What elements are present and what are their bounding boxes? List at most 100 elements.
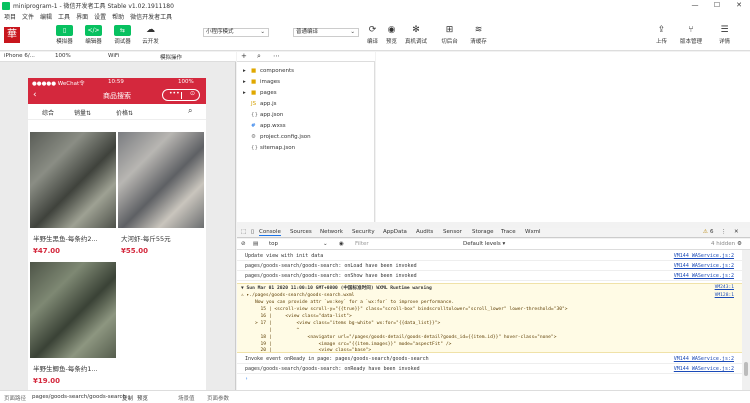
clock: 10:59 <box>108 79 124 85</box>
sort-price[interactable]: 价格⇅ <box>116 108 133 117</box>
log-source-link[interactable]: VM144 WAService.js:2 <box>674 366 734 372</box>
more-icon[interactable]: ⋯ <box>273 52 280 60</box>
editor-area[interactable] <box>376 52 750 222</box>
editor-toggle[interactable]: </> 编辑器 <box>85 25 102 45</box>
context-select[interactable]: top <box>269 241 278 247</box>
code-icon: </> <box>85 25 102 36</box>
warning-file[interactable]: ⚠ ▸./pages/goods-search/goods-search.wxm… <box>241 293 354 298</box>
log-source-link[interactable]: VM243:1 <box>715 285 734 290</box>
maximize-button[interactable]: ☐ <box>706 0 728 11</box>
background-button[interactable]: ⊞ 切后台 <box>441 25 458 45</box>
tree-item[interactable]: ▸ ■ images <box>243 79 280 89</box>
compile-select[interactable]: 普通编译 ⌄ <box>293 28 359 37</box>
preview-link[interactable]: 预览 <box>137 394 148 402</box>
tab-security[interactable]: Security <box>352 229 375 235</box>
clear-console-icon[interactable]: ⊘ <box>241 241 246 247</box>
real-debug-button[interactable]: ✻ 真机调试 <box>405 25 427 45</box>
settings-icon[interactable]: ⚙ <box>737 241 742 247</box>
product-card[interactable]: 大河虾-每斤55元 ¥55.00 <box>118 132 204 255</box>
console-prompt[interactable]: › <box>237 375 742 384</box>
cloud-button[interactable]: ☁ 云开发 <box>142 25 159 45</box>
close-icon[interactable]: ✕ <box>734 229 739 235</box>
console-scrollbar[interactable] <box>742 250 750 390</box>
search-icon[interactable]: ⌕ <box>257 52 261 61</box>
debugger-toggle[interactable]: ⇆ 调试器 <box>114 25 131 45</box>
menu-devtools[interactable]: 微信开发者工具 <box>130 12 172 21</box>
filter-input[interactable]: Filter <box>355 241 369 247</box>
tab-storage[interactable]: Storage <box>472 229 494 235</box>
tree-item[interactable]: # app.wxss <box>243 123 286 133</box>
add-icon[interactable]: + <box>241 52 247 60</box>
tab-sources[interactable]: Sources <box>290 229 312 235</box>
main-toolbar: 華 ▯ 模拟器 </> 编辑器 ⇆ 调试器 ☁ 云开发 小程序模式 ⌄ 普通编译… <box>0 21 750 51</box>
tree-item[interactable]: {} app.json <box>243 112 283 122</box>
more-icon[interactable]: ⋮ <box>721 229 727 235</box>
tab-audits[interactable]: Audits <box>416 229 433 235</box>
details-button[interactable]: ☰ 详情 <box>716 25 733 45</box>
inspect-icon[interactable]: ⬚ <box>241 229 246 235</box>
close-button[interactable]: ✕ <box>728 0 750 11</box>
more-icon[interactable]: ••• <box>169 90 180 97</box>
menu-file[interactable]: 文件 <box>22 12 34 21</box>
sort-sales[interactable]: 销量⇅ <box>74 108 91 117</box>
upload-button[interactable]: ⇪ 上传 <box>653 25 670 45</box>
page-params-label[interactable]: 页面参数 <box>207 394 229 402</box>
minimize-button[interactable]: — <box>684 0 706 11</box>
close-icon[interactable]: ⊙ <box>190 90 195 97</box>
tab-console[interactable]: Console <box>259 229 281 236</box>
tab-network[interactable]: Network <box>320 229 343 235</box>
tree-item[interactable]: JS app.js <box>243 101 277 111</box>
log-source-link[interactable]: VM144 WAService.js:2 <box>674 263 734 269</box>
zoom-select[interactable]: 100% <box>55 53 71 59</box>
log-source-link[interactable]: VM144 WAService.js:2 <box>674 253 734 259</box>
tab-sensor[interactable]: Sensor <box>443 229 462 235</box>
operation-select[interactable]: 模拟操作 <box>160 53 182 61</box>
log-source-link[interactable]: VM144 WAService.js:2 <box>674 273 734 279</box>
simulator-toggle[interactable]: ▯ 模拟器 <box>56 25 73 45</box>
menu-settings[interactable]: 设置 <box>94 12 106 21</box>
menu-edit[interactable]: 编辑 <box>40 12 52 21</box>
compile-label: 编译 <box>366 39 378 45</box>
warning-icon[interactable]: ⚠ <box>703 229 708 235</box>
log-source-link[interactable]: VM144 WAService.js:2 <box>674 356 734 362</box>
tab-trace[interactable]: Trace <box>501 229 516 235</box>
preview-button[interactable]: ◉ 预览 <box>383 25 400 45</box>
mode-select[interactable]: 小程序模式 ⌄ <box>203 28 269 37</box>
version-button[interactable]: ⑂ 版本管理 <box>680 25 702 45</box>
scrollbar-thumb[interactable] <box>744 362 748 376</box>
sort-default[interactable]: 综合 <box>42 108 54 117</box>
warning-line: 16 | <view class="data-list"> <box>255 314 352 319</box>
console-output[interactable]: Update view with init data VM144 WAServic… <box>237 250 742 390</box>
tab-appdata[interactable]: AppData <box>383 229 407 235</box>
page-path: pages/goods-search/goods-search <box>32 394 126 400</box>
copy-link[interactable]: 复制 <box>122 394 133 402</box>
tree-item[interactable]: ▸ ■ components <box>243 68 294 78</box>
avatar[interactable]: 華 <box>4 27 20 43</box>
tree-item[interactable]: {} sitemap.json <box>243 145 295 155</box>
warning-header[interactable]: ▼ Sun Mar 01 2020 11:00:10 GMT+0800 (中国标… <box>241 285 432 291</box>
product-card[interactable]: 半野生鲫鱼-每条约1... ¥19.00 <box>30 262 116 385</box>
capsule-menu[interactable]: ••• ⊙ <box>162 89 200 101</box>
tree-item[interactable]: ⚙ project.config.json <box>243 134 311 144</box>
tree-item[interactable]: ▸ ■ pages <box>243 90 277 100</box>
log-source-link[interactable]: VM128:1 <box>715 293 734 298</box>
tab-wxml[interactable]: Wxml <box>525 229 541 235</box>
scene-label[interactable]: 场景值 <box>178 394 195 402</box>
device-icon[interactable]: ▯ <box>251 229 254 235</box>
eye-icon[interactable]: ◉ <box>339 241 344 247</box>
sidebar-toggle-icon[interactable]: ▤ <box>253 241 258 247</box>
menu-help[interactable]: 帮助 <box>112 12 124 21</box>
search-icon[interactable]: ⌕ <box>188 106 192 116</box>
product-image <box>118 132 204 228</box>
menu-view[interactable]: 界面 <box>76 12 88 21</box>
product-image <box>30 262 116 358</box>
menu-project[interactable]: 项目 <box>4 12 16 21</box>
compile-button[interactable]: ⟳ 编译 <box>364 25 381 45</box>
device-select[interactable]: iPhone 6/... <box>4 53 35 59</box>
levels-select[interactable]: Default levels ▾ <box>463 241 505 247</box>
network-select[interactable]: WiFi <box>108 53 119 59</box>
menu-tools[interactable]: 工具 <box>58 12 70 21</box>
phone-screen: ●●●●● WeChat令 10:59 100% ‹ 商品搜索 ••• ⊙ 综合… <box>28 78 206 390</box>
product-card[interactable]: 半野生黑鱼-每条约2... ¥47.00 <box>30 132 116 255</box>
clear-cache-button[interactable]: ≋ 清缓存 <box>470 25 487 45</box>
